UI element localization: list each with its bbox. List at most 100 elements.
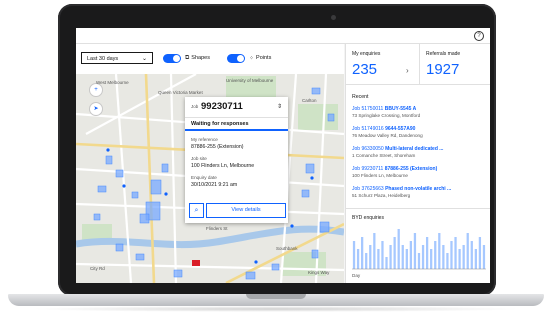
recent-job: Job 96330050: [352, 146, 384, 152]
chart-bar: [462, 245, 465, 269]
recent-title: Recent: [352, 94, 369, 100]
chart-bar: [470, 241, 473, 269]
status-bar: Waiting for responses: [185, 117, 288, 131]
map-river: [76, 225, 344, 249]
chevron-down-icon: ⌄: [141, 56, 147, 62]
enquiry-date-value: 30/10/2021 9:21 am: [191, 182, 238, 188]
date-range-select[interactable]: Last 30 days ⌄: [81, 52, 153, 64]
chart-bar: [458, 249, 461, 269]
chart-bar: [482, 245, 486, 269]
list-item[interactable]: Job 51750011 BBUY-5545 A 73 Springlake C…: [352, 106, 487, 124]
recent-address: 1 Comanche Street, Shoreham: [352, 153, 416, 158]
laptop-notch: [246, 294, 306, 299]
recent-tag: Phased non-volatile archi ...: [385, 186, 452, 192]
map-label: Flinders St: [206, 226, 228, 231]
recent-job: Job 99230711: [352, 166, 384, 172]
chart-bar: [409, 241, 413, 269]
recent-tag: BBUY-5545 A: [384, 106, 417, 112]
enquiries-chart: Day: [352, 229, 486, 278]
shapes-icon: ⧉: [185, 54, 190, 61]
points-toggle-group: ⁘ Points: [227, 53, 271, 63]
reference-label: My reference: [191, 137, 218, 142]
divider: [346, 84, 490, 85]
chart-bar: [377, 249, 380, 269]
recent-tag: 87886-255 (Extension): [384, 166, 438, 172]
chart-bar: [434, 241, 437, 269]
camera-icon: [331, 15, 336, 20]
recent-address: 76 Meadow Valley Rd, Dandenong: [352, 133, 423, 138]
enquiries-title: My enquiries: [352, 51, 381, 57]
job-site-value: 100 Flinders Ln, Melbourne: [191, 163, 255, 169]
chart-bar: [430, 249, 433, 269]
enquiries-card[interactable]: My enquiries 235 ›: [346, 44, 418, 84]
shapes-toggle[interactable]: [163, 53, 181, 63]
zoom-to-icon[interactable]: ⌕: [189, 203, 204, 218]
filter-bar: Last 30 days ⌄ ⧉ Shapes ⁘ Points: [76, 44, 344, 74]
chart-bar: [365, 253, 368, 269]
list-item[interactable]: Job 37625663 Phased non-volatile archi .…: [352, 186, 487, 204]
map-label: City Rd: [90, 266, 105, 271]
referrals-card[interactable]: Referrals made 1927: [419, 44, 490, 84]
job-site-label: Job site: [191, 156, 207, 161]
chart-bar: [389, 245, 392, 269]
chart-bar: [478, 237, 482, 269]
chart-bar: [373, 233, 376, 269]
chart-bar: [397, 229, 400, 269]
top-bar: ?: [76, 28, 490, 44]
sort-icon[interactable]: ⇕: [277, 103, 282, 110]
chart-bar: [393, 237, 396, 269]
help-icon[interactable]: ?: [474, 31, 484, 41]
map-label: Kings Way: [308, 270, 330, 275]
screen: ? Last 30 days ⌄ ⧉ Shapes ⁘ Points + ➤ W…: [76, 28, 490, 283]
list-item[interactable]: Job 51749016 9644-557A90 76 Meadow Valle…: [352, 126, 487, 144]
chart-bar: [356, 249, 360, 269]
view-details-button[interactable]: View details: [206, 203, 286, 218]
chart-title: BYD enquiries: [352, 215, 384, 221]
points-toggle[interactable]: [227, 53, 245, 63]
job-prefix: Job: [191, 104, 199, 109]
recent-tag: Multi-lateral dedicated ...: [385, 146, 444, 152]
chevron-right-icon[interactable]: ›: [406, 66, 409, 75]
list-item[interactable]: Job 96330050 Multi-lateral dedicated ...…: [352, 146, 487, 164]
list-item[interactable]: Job 99230711 87886-255 (Extension) 100 F…: [352, 166, 487, 184]
chart-bar: [450, 241, 453, 269]
map-label: Queen Victoria Market: [158, 90, 203, 95]
chart-bar: [413, 233, 417, 269]
chart-bar: [454, 237, 457, 269]
shapes-toggle-group: ⧉ Shapes: [163, 53, 210, 63]
recent-address: 51 Schurz Plaza, Heidelberg: [352, 193, 411, 198]
chart-bar: [474, 249, 477, 269]
chart-bar: [405, 249, 408, 269]
zoom-in-icon[interactable]: +: [89, 83, 103, 97]
recent-address: 100 Flinders Ln, Melbourne: [352, 173, 408, 178]
chart-bar: [361, 237, 364, 269]
enquiries-count: 235: [352, 61, 378, 78]
selected-job-marker[interactable]: [192, 260, 200, 266]
locate-icon[interactable]: ➤: [89, 102, 103, 116]
date-range-value: Last 30 days: [87, 56, 119, 62]
divider: [346, 208, 490, 209]
summary-panel: My enquiries 235 › Referrals made 1927 R…: [345, 44, 490, 283]
chart-bar: [381, 241, 384, 269]
chart-bar: [446, 253, 449, 269]
chart-bar: [401, 245, 404, 269]
chart-bar: [466, 233, 469, 269]
chart-bar: [417, 253, 421, 269]
enquiry-date-label: Enquiry date: [191, 175, 217, 180]
points-label: Points: [256, 55, 272, 61]
job-number: 99230711: [201, 101, 243, 112]
chart-bar: [352, 241, 356, 269]
chart-bar: [421, 245, 425, 269]
recent-job: Job 51750011: [352, 106, 384, 112]
map-label: West Melbourne: [96, 80, 129, 85]
chart-bar: [369, 245, 372, 269]
recent-tag: 9644-557A90: [385, 126, 416, 132]
recent-job: Job 51749016: [352, 126, 384, 132]
reference-value: 87886-255 (Extension): [191, 144, 244, 150]
points-icon: ⁘: [249, 55, 255, 62]
map-label: Southbank: [276, 246, 298, 251]
chart-bar: [438, 233, 441, 269]
chart-bar: [425, 237, 429, 269]
recent-job: Job 37625663: [352, 186, 384, 192]
laptop-shadow: [30, 306, 522, 312]
